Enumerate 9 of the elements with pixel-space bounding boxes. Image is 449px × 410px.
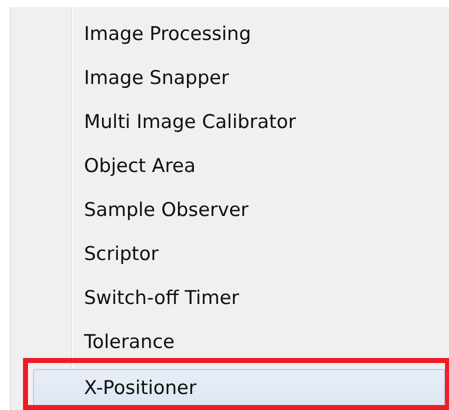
menu-item[interactable]: Switch-off Timer [33, 275, 445, 319]
menu-item[interactable]: X-Positioner [33, 369, 445, 407]
menu-item[interactable]: Scriptor [33, 231, 445, 275]
menu-item[interactable]: Tolerance [33, 319, 445, 363]
menu-item[interactable]: Object Area [33, 143, 445, 187]
menu-item[interactable]: Image Snapper [33, 55, 445, 99]
menu-item[interactable]: Image Processing [33, 11, 445, 55]
menu-item[interactable]: Sample Observer [33, 187, 445, 231]
menu-item[interactable]: Multi Image Calibrator [33, 99, 445, 143]
